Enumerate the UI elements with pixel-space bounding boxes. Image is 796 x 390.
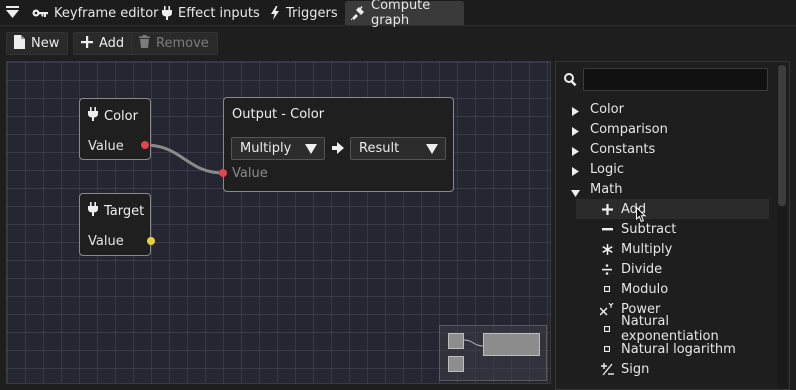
minimap[interactable] [439,325,547,381]
plug-icon [88,202,98,220]
power-icon [599,301,615,317]
bolt-icon [270,6,280,20]
chevron-right-icon [572,145,579,160]
minimap-wire [463,339,484,347]
plus-minus-icon [599,361,615,377]
tab-label: Keyframe editor [54,5,159,21]
tree-item-natural-logarithm[interactable]: Natural logarithm [576,339,769,359]
result-select-value: Result [359,141,400,156]
tree-label: Constants [590,141,656,157]
scrollbar-thumb[interactable] [778,65,786,206]
new-button[interactable]: New [6,32,69,55]
tree-label: Sign [621,361,650,377]
tree-item-multiply[interactable]: Multiply [576,239,769,259]
scrollbar[interactable] [777,64,787,389]
target-node[interactable]: Target Value [79,193,151,256]
chevron-down-icon [305,143,317,158]
plus-icon [599,201,615,217]
result-select[interactable]: Result [350,137,446,160]
tab-triggers[interactable]: Triggers [264,1,344,25]
node-title-label: Target [104,203,145,219]
operation-select[interactable]: Multiply [231,137,325,160]
tree-label: Multiply [621,241,673,257]
tab-label: Triggers [286,5,338,21]
graph-canvas[interactable]: Color Value Target Value Output - Color … [6,61,551,384]
tree-label: Logic [590,161,624,177]
toolbar: New Add Remove [0,27,796,59]
tree-label: Color [590,101,624,117]
trash-icon [139,35,150,52]
tree-label: Divide [621,261,663,277]
tree-category-math[interactable]: Math [556,179,770,199]
search-input[interactable] [583,68,768,91]
color-node[interactable]: Color Value [79,98,151,160]
plug-icon [162,6,172,20]
port-label: Value [88,139,124,154]
tab-compute-graph[interactable]: Compute graph [345,0,464,28]
search-icon [564,73,577,90]
tree-label: Natural logarithm [621,341,736,357]
key-icon [32,7,48,19]
node-title-label: Color [104,108,138,124]
asterisk-icon [599,241,615,257]
tree-category-constants[interactable]: Constants [556,139,770,159]
tree-label: Subtract [621,221,677,237]
chevron-right-icon [572,165,579,180]
chevron-right-icon [572,105,579,120]
tree-item-subtract[interactable]: Subtract [576,219,769,239]
output-port[interactable] [147,237,155,245]
tree-label: Comparison [590,121,668,137]
document-icon [14,34,25,53]
chevron-down-icon [426,143,438,158]
chevron-right-icon [572,125,579,140]
tree-item-divide[interactable]: Divide [576,259,769,279]
add-button[interactable]: Add [73,32,134,55]
node-title: Target [88,202,144,220]
operation-select-value: Multiply [240,141,292,156]
remove-button[interactable]: Remove [131,32,218,55]
new-button-label: New [31,36,60,51]
tab-label: Effect inputs [178,5,260,21]
port-label: Value [88,234,124,249]
tree-item-natural-exponentiation[interactable]: Natural exponentiation [576,314,769,344]
tab-menu-icon[interactable] [6,6,19,24]
plus-icon [81,35,93,52]
tree-item-add[interactable]: Add [576,199,769,223]
divide-icon [599,261,615,277]
tab-keyframe-editor[interactable]: Keyframe editor [26,1,165,25]
arrow-right-icon [332,142,344,158]
node-title-label: Output - Color [232,107,325,122]
minus-icon [599,221,615,237]
node-palette-panel: Color Comparison Constants Logic Math Ad… [555,61,790,390]
connection-wire [144,143,224,175]
small-square-icon [599,341,615,357]
output-port[interactable] [141,141,149,149]
tree-category-logic[interactable]: Logic [556,159,770,179]
tree-label: Math [590,181,623,197]
tree-item-sign[interactable]: Sign [576,359,769,379]
tree-category-color[interactable]: Color [556,99,770,119]
small-square-icon [599,281,615,297]
small-square-icon [599,321,615,337]
remove-button-label: Remove [156,36,209,51]
plug-connect-icon [351,6,365,20]
plug-icon [88,107,98,125]
tab-label: Compute graph [371,0,431,28]
output-color-node[interactable]: Output - Color Multiply Result Value [223,97,454,192]
tree-category-comparison[interactable]: Comparison [556,119,770,139]
port-label: Value [232,166,268,181]
tree-label: Modulo [621,281,669,297]
tab-bar: Keyframe editor Effect inputs Triggers C… [0,0,796,28]
add-button-label: Add [99,36,125,51]
input-port[interactable] [219,169,227,177]
node-title: Color [88,107,138,125]
tree-item-modulo[interactable]: Modulo [576,279,769,299]
tab-effect-inputs[interactable]: Effect inputs [156,1,266,25]
